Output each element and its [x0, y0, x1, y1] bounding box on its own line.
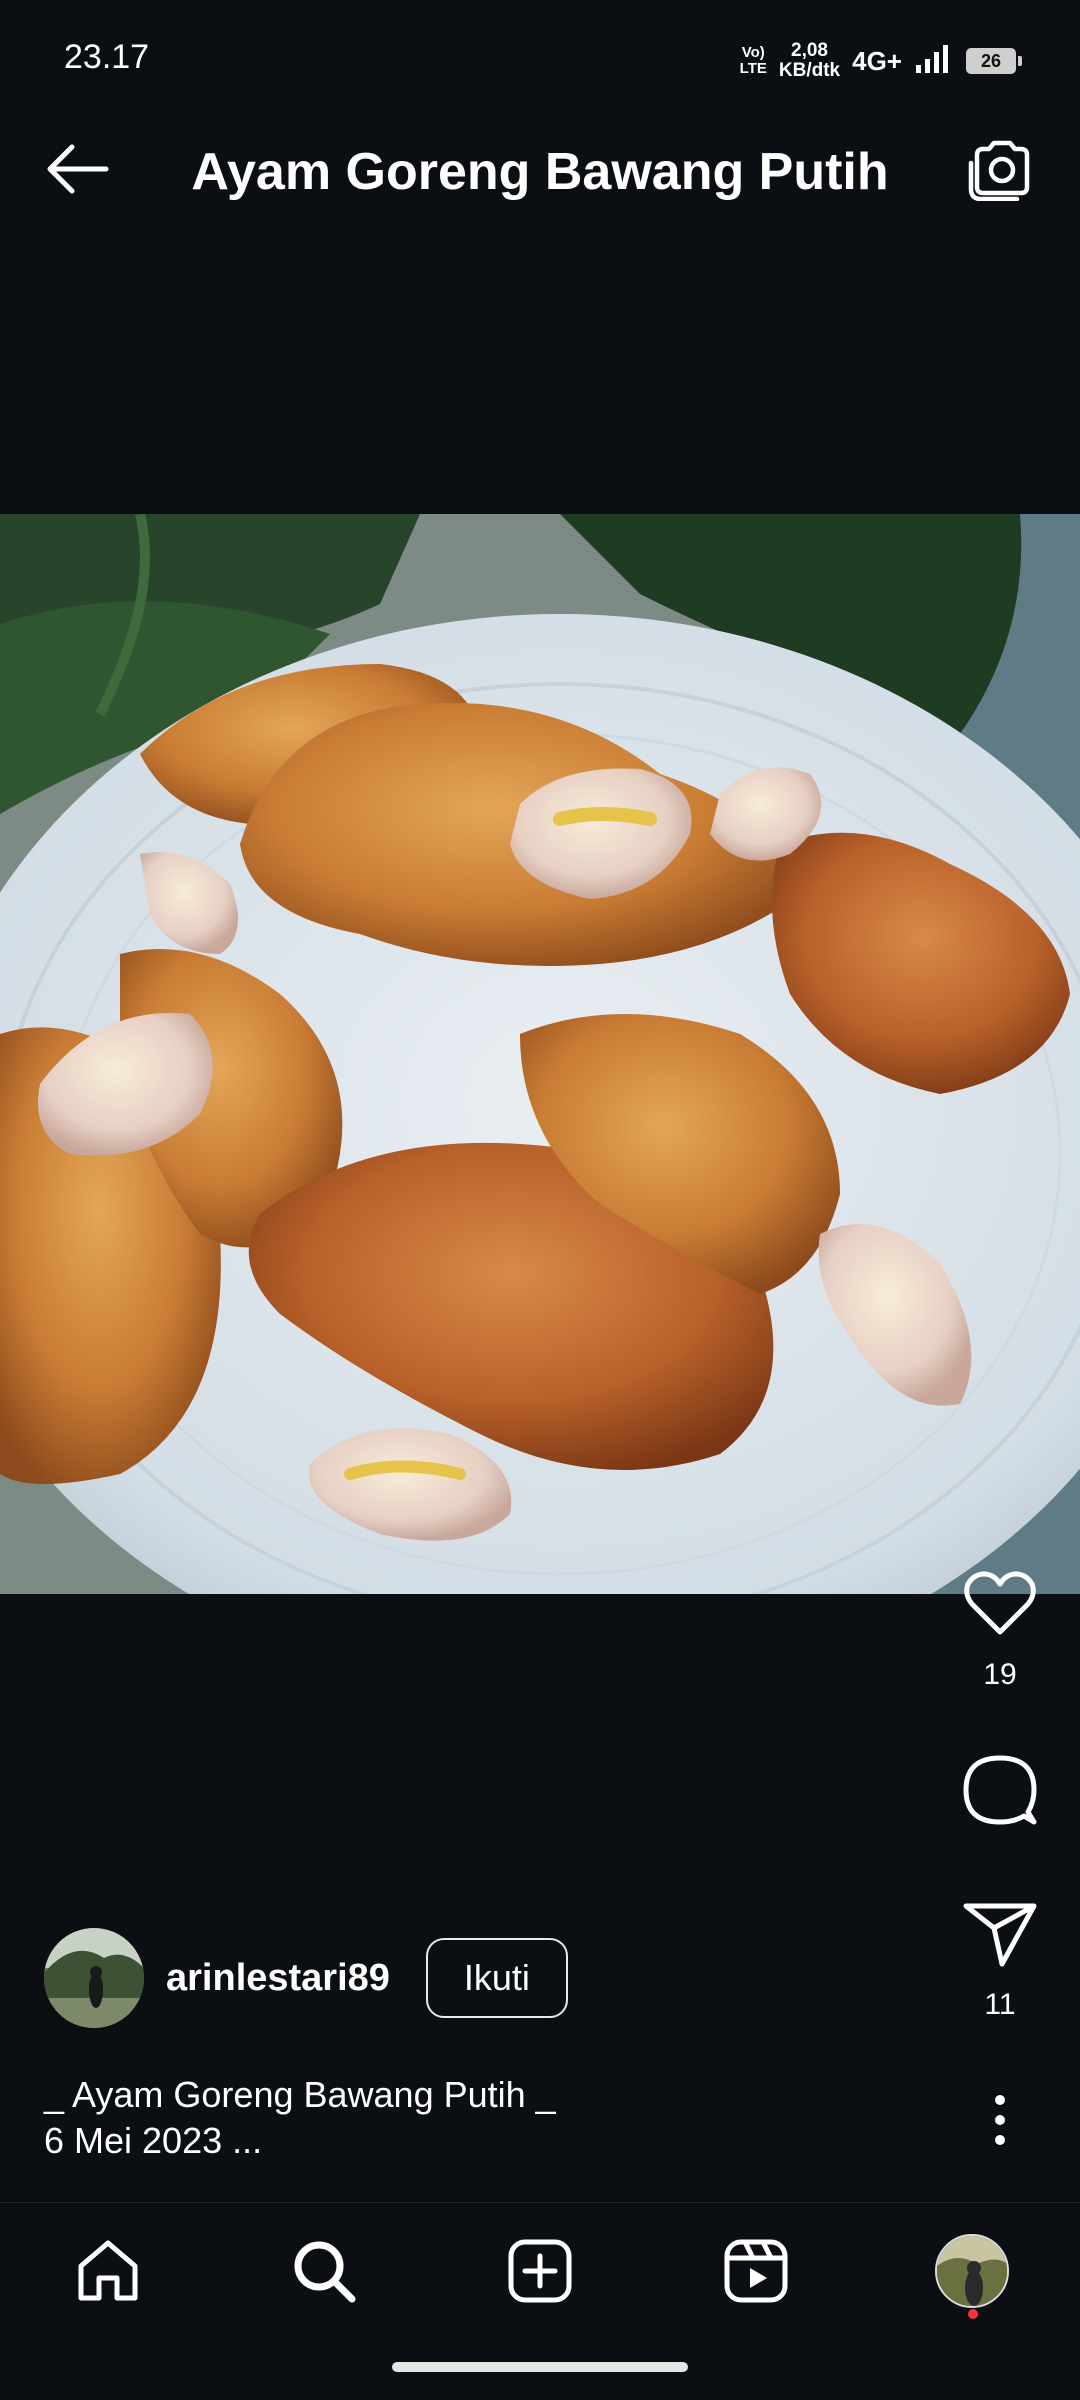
more-options-button[interactable] — [920, 2090, 1080, 2150]
camera-button[interactable] — [960, 132, 1040, 208]
profile-avatar-image — [937, 2236, 1007, 2306]
status-icons: Vo) LTE 2,08 KB/dtk 4G+ 26 — [739, 36, 1022, 86]
avatar — [935, 2234, 1009, 2308]
battery-level: 26 — [980, 50, 1002, 71]
nav-create[interactable] — [500, 2231, 580, 2311]
caption[interactable]: _ Ayam Goreng Bawang Putih _ 6 Mei 2023 … — [44, 2072, 556, 2164]
nav-home[interactable] — [68, 2231, 148, 2311]
search-icon — [294, 2241, 356, 2303]
like-button[interactable]: 19 — [920, 1570, 1080, 1692]
screen: 23.17 Vo) LTE 2,08 KB/dtk 4G+ 26 Ayam Go… — [0, 0, 1080, 2400]
comment-icon — [963, 1755, 1037, 1825]
battery-icon: 26 — [966, 48, 1022, 74]
like-count: 19 — [983, 1658, 1017, 1691]
volte-indicator: Vo) LTE — [739, 44, 767, 77]
caption-line1: _ Ayam Goreng Bawang Putih _ — [44, 2074, 556, 2115]
caption-line2: 6 Mei 2023 ... — [44, 2120, 263, 2161]
nav-profile[interactable] — [932, 2231, 1012, 2319]
share-count: 11 — [984, 1988, 1016, 2021]
author-row: arinlestari89 Ikuti — [44, 1928, 568, 2028]
page-title: Ayam Goreng Bawang Putih — [191, 143, 889, 201]
camera-icon — [968, 140, 1030, 201]
status-bar: 23.17 Vo) LTE 2,08 KB/dtk 4G+ 26 — [0, 0, 1080, 92]
nav-search[interactable] — [284, 2231, 364, 2311]
follow-button[interactable]: Ikuti — [425, 1938, 568, 2018]
avatar[interactable] — [44, 1928, 144, 2028]
more-vertical-icon — [995, 2095, 1005, 2145]
notification-dot — [968, 2309, 978, 2319]
comment-button[interactable] — [920, 1752, 1080, 1828]
avatar-image — [44, 1928, 144, 2028]
home-icon — [78, 2240, 138, 2301]
back-button[interactable] — [32, 134, 122, 204]
arrow-left-icon — [47, 144, 109, 194]
network-speed: 2,08 KB/dtk — [778, 40, 841, 81]
nav-reels[interactable] — [716, 2231, 796, 2311]
food-photo-illustration — [0, 514, 1080, 1594]
header: Ayam Goreng Bawang Putih — [0, 110, 1080, 230]
bottom-nav — [0, 2202, 1080, 2332]
signal-icon — [914, 43, 954, 80]
share-button[interactable]: 11 — [920, 1900, 1080, 2022]
home-indicator[interactable] — [392, 2362, 688, 2372]
author-username[interactable]: arinlestari89 — [166, 1957, 390, 2000]
reels-icon — [724, 2239, 788, 2303]
network-type: 4G+ — [852, 45, 902, 76]
post-photo[interactable] — [0, 514, 1080, 1594]
status-time: 23.17 — [64, 38, 150, 76]
paper-plane-icon — [963, 1903, 1037, 1967]
heart-icon — [964, 1571, 1036, 1635]
plus-square-icon — [508, 2239, 572, 2303]
